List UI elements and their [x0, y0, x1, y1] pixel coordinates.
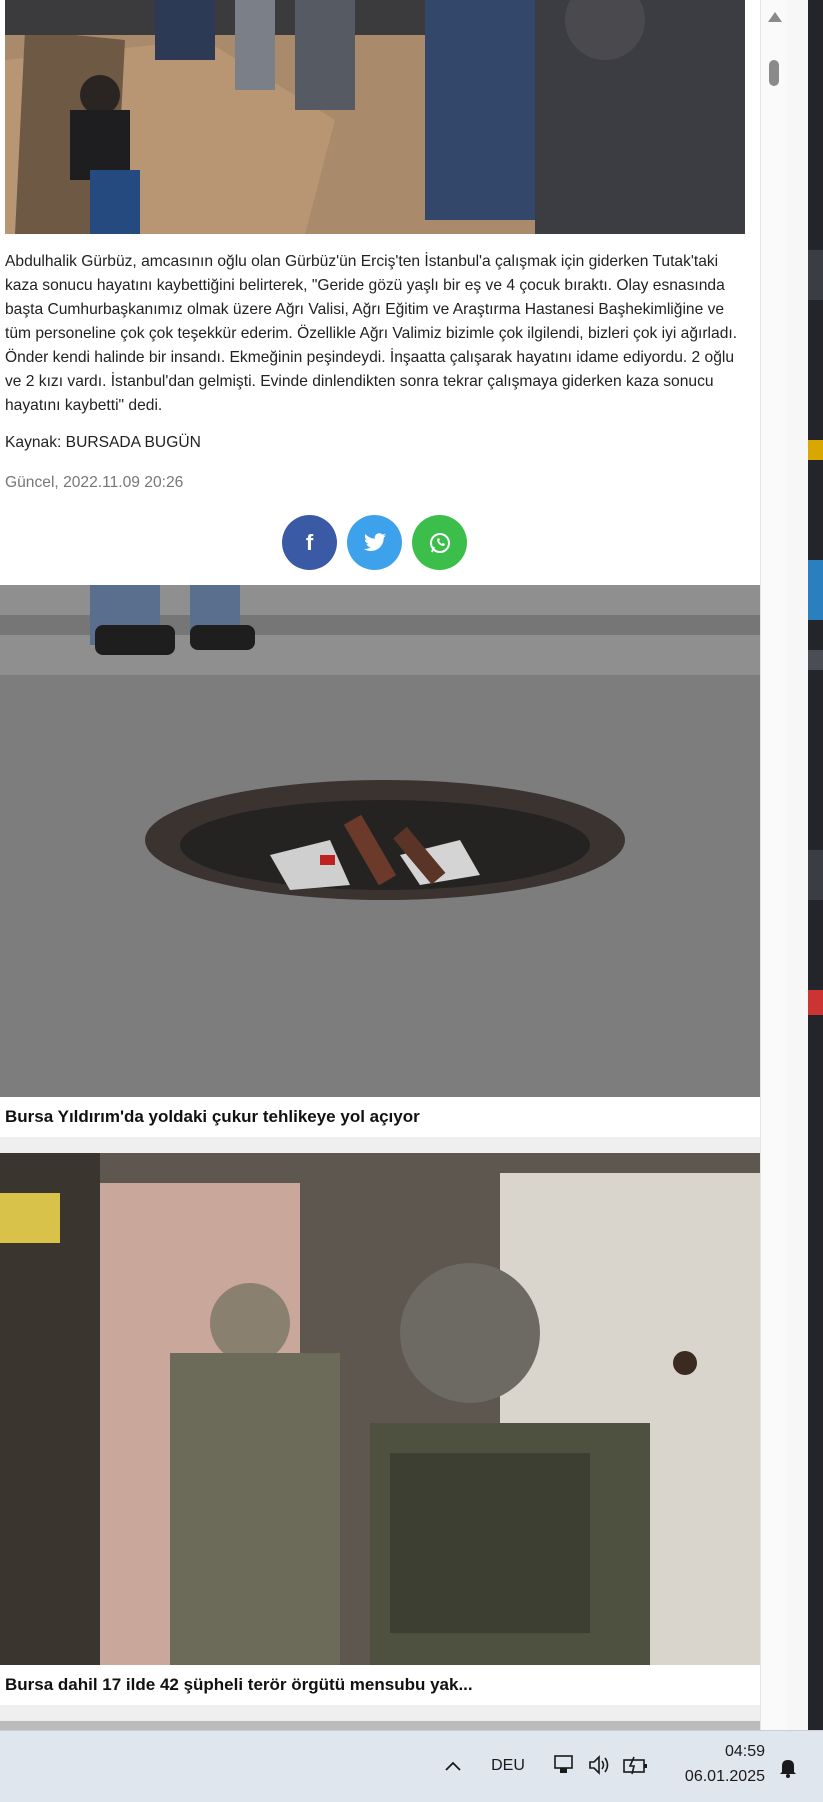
vertical-scrollbar[interactable]: [760, 0, 787, 1730]
battery-button[interactable]: [620, 1749, 652, 1781]
related-news-title[interactable]: Bursa dahil 17 ilde 42 şüpheli terör örg…: [0, 1665, 760, 1705]
network-icon: [554, 1755, 573, 1773]
article-updated-timestamp: Güncel, 2022.11.09 20:26: [5, 474, 184, 491]
background-window-panel: [786, 0, 808, 1730]
speaker-icon: [589, 1755, 609, 1775]
volume-button[interactable]: [585, 1749, 613, 1781]
pothole-photo: [0, 585, 760, 1097]
related-news-image-police[interactable]: [0, 1153, 760, 1665]
article-body-text: Abdulhalik Gürbüz, amcasının oğlu olan G…: [5, 253, 738, 414]
news-page: Abdulhalik Gürbüz, amcasının oğlu olan G…: [0, 0, 760, 1730]
twitter-icon: [363, 532, 386, 551]
police-operation-photo: [0, 1153, 760, 1665]
related-news-card-3-partial[interactable]: [0, 1721, 760, 1730]
related-news-card-2[interactable]: Bursa dahil 17 ilde 42 şüpheli terör örg…: [0, 1153, 760, 1705]
background-window-edge: [786, 0, 823, 1730]
whatsapp-share-button[interactable]: [412, 515, 467, 570]
battery-charging-icon: [623, 1756, 647, 1775]
input-language-indicator[interactable]: DEU: [483, 1751, 533, 1781]
notifications-button[interactable]: [772, 1751, 804, 1783]
facebook-icon: f: [305, 529, 314, 555]
article-source: Kaynak: BURSADA BUGÜN: [5, 434, 201, 451]
card-separator: [0, 1705, 760, 1721]
article-photo-illustration: [5, 0, 745, 234]
notification-bell-icon: [780, 1760, 796, 1778]
clock-time[interactable]: 04:59: [665, 1741, 765, 1763]
twitter-share-button[interactable]: [347, 515, 402, 570]
network-status-button[interactable]: [550, 1749, 578, 1781]
chevron-up-icon: [445, 1761, 461, 1771]
scrollbar-thumb[interactable]: [769, 60, 779, 86]
related-news-image-pothole[interactable]: [0, 585, 760, 1097]
share-buttons: f: [282, 515, 467, 570]
article-photo-funeral: [5, 0, 745, 234]
clock-date[interactable]: 06.01.2025: [665, 1766, 765, 1788]
windows-taskbar: DEU 04:59 06.01.2025: [0, 1730, 823, 1802]
facebook-share-button[interactable]: f: [282, 515, 337, 570]
related-news-title[interactable]: Bursa Yıldırım'da yoldaki çukur tehlikey…: [0, 1097, 760, 1137]
scroll-up-arrow-icon[interactable]: [768, 12, 782, 22]
card-separator: [0, 1137, 760, 1153]
show-hidden-icons-button[interactable]: [438, 1751, 468, 1781]
whatsapp-icon: [429, 532, 450, 553]
related-news-card-1[interactable]: Bursa Yıldırım'da yoldaki çukur tehlikey…: [0, 585, 760, 1137]
